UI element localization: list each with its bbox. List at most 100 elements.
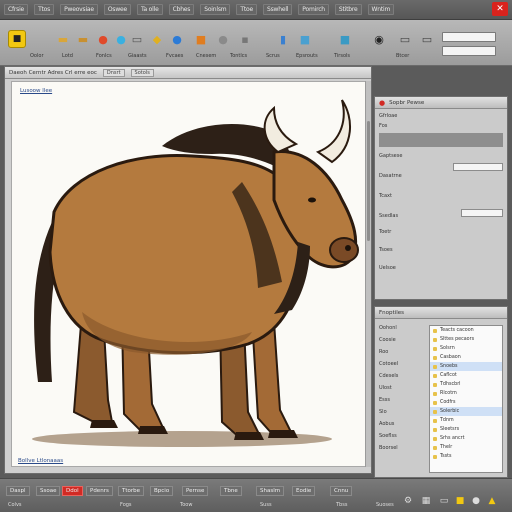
user-icon[interactable]: ● [470, 495, 482, 507]
zoom-field[interactable] [442, 46, 496, 56]
property-label: Gfrloae [379, 113, 398, 119]
lock-icon[interactable]: ■ [8, 30, 26, 48]
document-icon[interactable]: ■ [296, 30, 314, 48]
canvas-footer: Bollve Ltlonaaas [18, 458, 64, 464]
property-label: Toetr [379, 229, 392, 235]
monitor-icon[interactable]: ▭ [396, 30, 414, 48]
image-canvas[interactable]: Lusoow llee Bollve Ltlonaaas [11, 81, 367, 467]
menu-item[interactable]: Ttos [34, 4, 55, 15]
menu-item[interactable]: Pweovsiae [60, 4, 98, 15]
list-item[interactable]: Snoebs [430, 362, 502, 371]
palette-icon[interactable]: ● [94, 30, 112, 48]
list-item[interactable]: Caflcot [430, 371, 502, 380]
menu-item[interactable]: Ta olle [137, 4, 163, 15]
layer-icon [433, 409, 437, 414]
layer-icon [433, 436, 437, 441]
list-item[interactable]: Slttes pecaors [430, 335, 502, 344]
status-bar: Daspl Ssoae Ddol Pdenrs Ttorbe Bpcio Per… [0, 478, 512, 512]
selected-property-bar[interactable] [379, 133, 503, 147]
panel-title: Fnoptiles [379, 309, 404, 316]
lock-icon[interactable]: ■ [454, 495, 466, 507]
status-button[interactable]: Eodie [292, 486, 316, 496]
layer-icon [433, 346, 437, 351]
menu-item[interactable]: Cbhes [168, 4, 195, 15]
user-icon[interactable]: ● [214, 30, 232, 48]
status-text: Suss [260, 502, 272, 508]
property-field[interactable] [453, 163, 503, 171]
layer-label: Boorsel [379, 445, 398, 451]
folder-icon[interactable]: ▬ [74, 30, 92, 48]
status-button[interactable]: Tbne [220, 486, 242, 496]
layer-icon [433, 454, 437, 459]
globe-icon[interactable]: ● [168, 30, 186, 48]
tool-label: Fonlcs [96, 53, 112, 59]
list-item[interactable]: Tdhscbrl [430, 380, 502, 389]
list-item[interactable]: Solsrn [430, 344, 502, 353]
document-titlebar: Daeoh Cerntr Adres Crl erre eoc Dnsrt So… [5, 67, 371, 79]
tab-tools[interactable]: Sotols [130, 68, 154, 77]
record-icon[interactable]: ◉ [370, 30, 388, 48]
tool-label: Tontlcs [230, 53, 248, 59]
layer-icon [433, 337, 437, 342]
window-icon[interactable]: ▭ [438, 495, 450, 507]
menu-item[interactable]: Cfrsie [4, 4, 29, 15]
list-item[interactable]: Rlcotm [430, 389, 502, 398]
menu-item[interactable]: Sswhell [263, 4, 293, 15]
tab-document[interactable]: Dnsrt [102, 68, 125, 77]
status-button[interactable]: Pernse [182, 486, 209, 496]
list-item[interactable]: Tdnm [430, 416, 502, 425]
list-item[interactable]: Srhs ancrt [430, 434, 502, 443]
folder-icon[interactable]: ▬ [54, 30, 72, 48]
panel-title: Sopbr Pewse [389, 99, 425, 106]
properties-panel: ● Sopbr Pewse Gfrloae Fos Gaptsese Dasat… [374, 96, 508, 300]
monitor-icon[interactable]: ▭ [418, 30, 436, 48]
warning-icon[interactable]: ▲ [486, 495, 498, 507]
list-item[interactable]: Codfrs [430, 398, 502, 407]
menu-item[interactable]: Wntim [367, 4, 395, 15]
tool-icon[interactable]: ▪ [236, 30, 254, 48]
menu-item[interactable]: Stitbre [334, 4, 362, 15]
layer-icon [433, 427, 437, 432]
list-item[interactable]: Casbaon [430, 353, 502, 362]
close-icon[interactable]: ✕ [492, 2, 508, 16]
property-label: Tcaxt [379, 193, 392, 199]
status-button[interactable]: Shaslm [256, 486, 285, 496]
grid-icon[interactable]: ▦ [420, 495, 432, 507]
status-button[interactable]: Cnnu [330, 486, 353, 496]
layer-label: Cotoeel [379, 361, 399, 367]
tool-label: Scrus [266, 53, 280, 59]
menu-item[interactable]: Ttoe [236, 4, 257, 15]
layer-label: Ulost [379, 385, 392, 391]
tool-label: Tirsols [334, 53, 351, 59]
list-item[interactable]: Teacts cacoon [430, 326, 502, 335]
menu-item[interactable]: Pomirch [298, 4, 329, 15]
star-icon[interactable]: ◆ [148, 30, 166, 48]
status-button[interactable]: Daspl [6, 486, 30, 496]
status-button[interactable]: Ddol [62, 486, 83, 496]
vertical-scrollbar[interactable] [365, 81, 371, 467]
list-item[interactable]: Thelr [430, 443, 502, 452]
layer-list[interactable]: Teacts cacoon Slttes pecaors Solsrn Casb… [429, 325, 503, 473]
document-icon[interactable]: ■ [336, 30, 354, 48]
panel-header: Fnoptiles [375, 307, 507, 319]
menu-item[interactable]: Oswee [103, 4, 132, 15]
status-button[interactable]: Pdenrs [86, 486, 113, 496]
monitor-icon[interactable]: ▭ [128, 30, 146, 48]
list-item[interactable]: Tssts [430, 452, 502, 461]
status-button[interactable]: Ttorbe [118, 486, 145, 496]
panel-icon: ● [379, 98, 386, 107]
scroll-thumb[interactable] [367, 121, 370, 241]
paint-icon[interactable]: ■ [192, 30, 210, 48]
settings-icon[interactable]: ⚙ [402, 495, 414, 507]
status-button[interactable]: Ssoae [36, 486, 61, 496]
bottle-icon[interactable]: ▮ [274, 30, 292, 48]
property-field[interactable] [461, 209, 503, 217]
menu-item[interactable]: Soinlsm [200, 4, 231, 15]
list-item[interactable]: Sleetsrs [430, 425, 502, 434]
layer-label: Coosie [379, 337, 396, 343]
search-input[interactable] [442, 32, 496, 42]
property-label: Dasatrne [379, 173, 402, 179]
status-button[interactable]: Bpcio [150, 486, 174, 496]
list-item[interactable]: Solerbic [430, 407, 502, 416]
status-text: Colvs [8, 502, 22, 508]
